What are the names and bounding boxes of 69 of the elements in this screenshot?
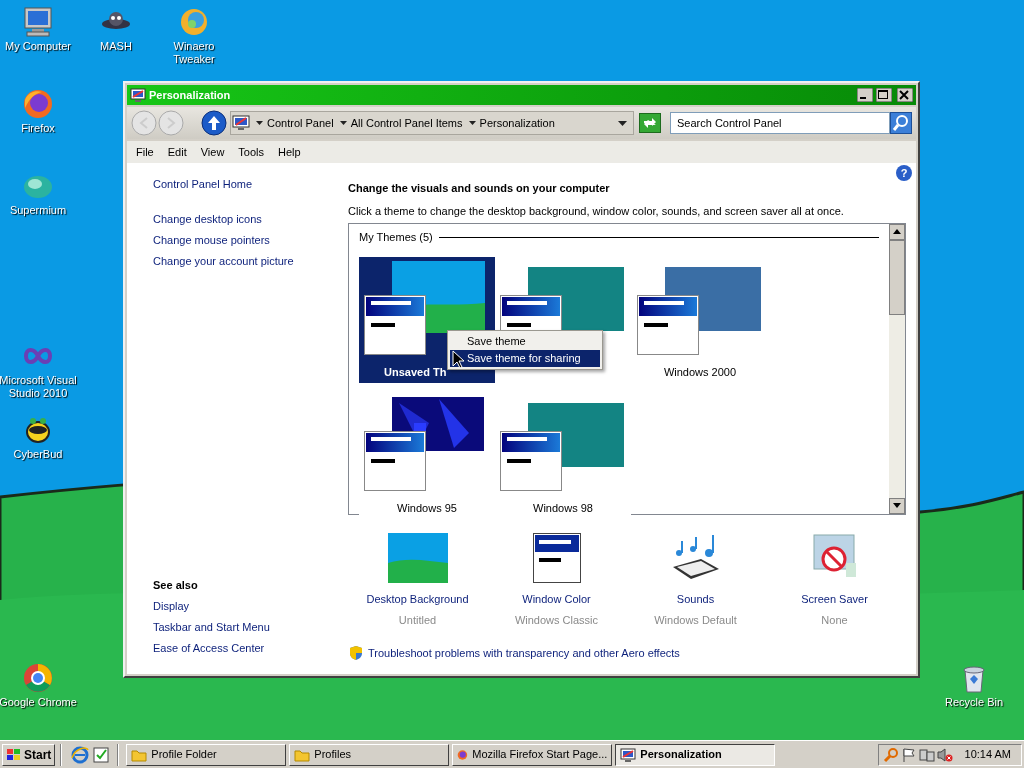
taskbar-button[interactable]: Mozilla Firefox Start Page... — [452, 743, 613, 766]
group-heading: My Themes (5) — [359, 230, 433, 245]
maximize-button[interactable] — [876, 88, 892, 102]
checklist-icon[interactable] — [92, 745, 111, 764]
shield-icon — [348, 645, 364, 662]
start-button[interactable]: Start — [2, 743, 56, 766]
fox-icon[interactable] — [22, 88, 54, 120]
sidebar-link[interactable]: Change desktop icons — [153, 212, 348, 227]
taskbar-button[interactable]: Profile Folder — [126, 743, 287, 766]
caret-icon[interactable] — [256, 121, 263, 125]
cursor-icon — [452, 350, 464, 369]
monitor-icon — [130, 87, 146, 103]
scrollbar[interactable] — [889, 224, 905, 514]
sidebar-link[interactable]: Control Panel Home — [153, 177, 348, 192]
search-field[interactable]: Search Control Panel — [670, 112, 890, 134]
menu-item[interactable]: Tools — [231, 143, 272, 161]
setting-link[interactable]: Desktop Background — [366, 591, 469, 608]
setting-value: Windows Classic — [514, 612, 599, 628]
monitor-icon — [620, 746, 637, 763]
menu-item[interactable]: View — [193, 143, 232, 161]
setting-link[interactable]: Sounds — [676, 591, 715, 608]
sidebar-link[interactable]: Ease of Access Center — [153, 641, 348, 656]
setting-value: Windows Default — [654, 612, 737, 628]
caret-icon[interactable] — [339, 121, 347, 125]
network-icon[interactable] — [918, 746, 935, 763]
section-heading: See also — [153, 578, 199, 593]
breadcrumb-item[interactable]: Control Panel — [267, 114, 334, 132]
menu-item[interactable]: Edit — [160, 143, 194, 161]
sidebar-link[interactable]: Display — [153, 599, 348, 614]
browser-e-icon[interactable] — [71, 745, 90, 764]
sidebar-link[interactable]: Taskbar and Start Menu — [153, 620, 348, 635]
page-heading: Change the visuals and sounds on your computer — [348, 181, 611, 195]
setting-link[interactable]: Screen Saver — [801, 591, 868, 608]
up-button[interactable] — [201, 110, 227, 136]
troubleshoot-link[interactable]: Troubleshoot problems with transparency and other Aero effects — [368, 645, 680, 662]
taskbar-button[interactable]: Personalization — [615, 743, 776, 766]
theme-name: Windows 95 — [396, 500, 458, 516]
breadcrumb-item[interactable]: All Control Panel Items — [350, 114, 463, 132]
flag-icon[interactable] — [900, 746, 917, 763]
ring-icon[interactable] — [22, 662, 54, 694]
theme-name: Windows 2000 — [662, 364, 738, 380]
sidebar-link[interactable]: Change mouse pointers — [153, 233, 348, 248]
search-button[interactable] — [890, 112, 912, 134]
sidebar-link[interactable]: Change your account picture — [153, 254, 348, 269]
computer-icon[interactable] — [22, 6, 54, 38]
setting-value: Untitled — [398, 612, 437, 628]
menu-item[interactable]: File — [129, 143, 161, 161]
refresh-button[interactable] — [639, 113, 661, 133]
dropdown-arrow-icon[interactable] — [618, 120, 627, 126]
taskbar-button[interactable]: Profiles — [289, 743, 450, 766]
windows-flag-icon — [6, 747, 22, 762]
muted-speaker-icon[interactable] — [936, 746, 953, 763]
minimize-button[interactable] — [857, 88, 873, 102]
theme-name: Unsaved Th — [383, 364, 448, 380]
breadcrumb-item[interactable]: Personalization — [479, 114, 555, 132]
menu-item[interactable]: Help — [271, 143, 308, 161]
window-icon[interactable] — [532, 533, 581, 583]
close-button[interactable] — [897, 88, 913, 102]
monitor-icon — [232, 114, 250, 132]
caret-icon[interactable] — [468, 121, 476, 125]
help-button[interactable]: ? — [896, 165, 912, 181]
clock: 10:14 AM — [964, 747, 1011, 763]
theme-name: Windows 98 — [532, 500, 594, 516]
setting-value: None — [821, 612, 848, 628]
menu-item[interactable]: Save theme for sharing — [450, 350, 600, 367]
address-field[interactable]: Control Panel All Control Panel Items Personalization — [230, 111, 634, 135]
setting-link[interactable]: Window Color — [522, 591, 591, 608]
window-title: Personalization — [149, 87, 232, 103]
page-description: Click a theme to change the desktop background, window color, sounds, and screen saver all at once. — [348, 204, 845, 218]
